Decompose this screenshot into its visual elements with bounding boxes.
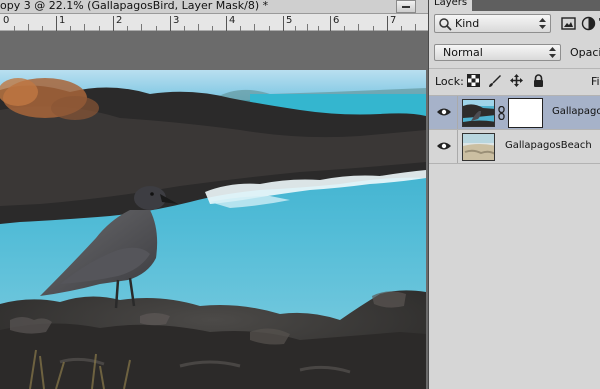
lock-label: Lock: bbox=[435, 75, 464, 88]
bird-photo bbox=[0, 70, 426, 389]
layers-list: Gallapagos GallapagosBeach bbox=[429, 95, 600, 389]
layer-thumbnail-image bbox=[463, 100, 494, 126]
mask-link-icon[interactable] bbox=[498, 106, 506, 120]
eye-icon[interactable] bbox=[437, 107, 451, 117]
horizontal-ruler[interactable]: 0 1 2 3 4 5 6 7 bbox=[0, 14, 428, 31]
visibility-divider bbox=[457, 96, 458, 130]
layer-row-gallapagos-bird[interactable]: Gallapagos bbox=[429, 95, 600, 130]
minimize-button[interactable] bbox=[396, 0, 416, 13]
layer-thumbnail[interactable] bbox=[462, 99, 495, 127]
ruler-label: 0 bbox=[3, 15, 10, 26]
lock-transparent-pixels-icon[interactable] bbox=[467, 74, 480, 87]
lock-row: Lock: Fil bbox=[429, 68, 600, 92]
ruler-label: 4 bbox=[229, 15, 236, 26]
tab-layers[interactable]: Layers bbox=[429, 0, 473, 11]
filter-kind-label: Kind bbox=[455, 17, 480, 30]
eye-icon[interactable] bbox=[437, 141, 451, 151]
lock-image-pixels-icon[interactable] bbox=[488, 74, 501, 87]
ruler-label: 2 bbox=[116, 15, 123, 26]
filter-kind-select[interactable]: Kind bbox=[434, 14, 551, 33]
chevron-updown-icon bbox=[549, 47, 556, 58]
image-filter-icon[interactable] bbox=[561, 16, 576, 31]
adjustment-filter-icon[interactable] bbox=[581, 16, 596, 31]
ruler-label: 1 bbox=[59, 15, 66, 26]
lock-all-icon[interactable] bbox=[532, 74, 545, 87]
document-title: opy 3 @ 22.1% (GallapagosBird, Layer Mas… bbox=[0, 0, 269, 12]
layer-name[interactable]: Gallapagos bbox=[552, 106, 600, 117]
layer-name[interactable]: GallapagosBeach bbox=[505, 140, 592, 151]
lock-position-icon[interactable] bbox=[510, 74, 523, 87]
chevron-updown-icon bbox=[539, 18, 546, 29]
ruler-label: 7 bbox=[390, 15, 397, 26]
ruler-label: 6 bbox=[333, 15, 340, 26]
search-icon bbox=[439, 18, 452, 31]
layers-panel[interactable]: Layers Kind T Normal Opacity Lock: bbox=[428, 0, 600, 389]
panel-tab-bar: Layers bbox=[429, 0, 600, 11]
layer-thumbnail-image bbox=[463, 134, 494, 160]
layer-row-gallapagos-beach[interactable]: GallapagosBeach bbox=[429, 129, 600, 164]
document-window[interactable]: opy 3 @ 22.1% (GallapagosBird, Layer Mas… bbox=[0, 0, 428, 389]
fill-label: Fil bbox=[591, 75, 600, 88]
document-tab[interactable]: opy 3 @ 22.1% (GallapagosBird, Layer Mas… bbox=[0, 0, 428, 14]
visibility-divider bbox=[457, 130, 458, 164]
blend-mode-select[interactable]: Normal bbox=[434, 44, 561, 61]
opacity-label: Opacity bbox=[570, 46, 600, 59]
ruler-label: 5 bbox=[286, 15, 293, 26]
ruler-label: 3 bbox=[173, 15, 180, 26]
layer-thumbnail[interactable] bbox=[462, 133, 495, 161]
blend-mode-value: Normal bbox=[443, 46, 483, 59]
canvas-image[interactable] bbox=[0, 70, 426, 389]
layer-mask-thumbnail[interactable] bbox=[508, 98, 543, 128]
layers-list-end bbox=[429, 163, 600, 164]
